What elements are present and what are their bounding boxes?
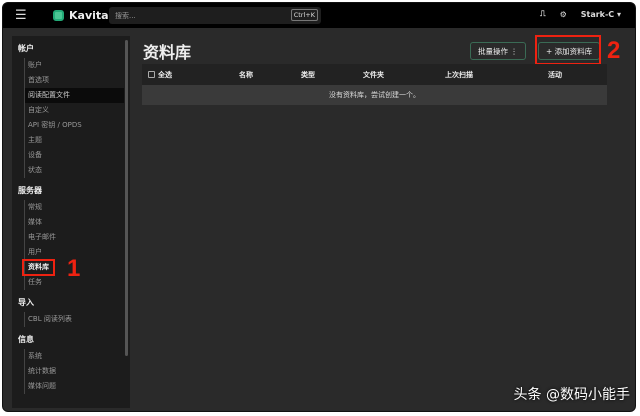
sidebar-item[interactable]: CBL 阅读列表 <box>25 312 130 327</box>
hamburger-menu-icon[interactable]: ☰ <box>15 8 35 23</box>
sidebar-item[interactable]: 媒体问题 <box>25 379 130 394</box>
sidebar-item-label: 常规 <box>28 203 42 211</box>
sidebar-item[interactable]: 自定义 <box>25 103 130 118</box>
sidebar-item-label: 任务 <box>28 278 42 286</box>
sidebar-section-title: 信息 <box>18 335 34 344</box>
sidebar-item-label: 首选项 <box>28 76 49 84</box>
sidebar-section-title: 服务器 <box>18 186 42 195</box>
sidebar-item-label: 媒体 <box>28 218 42 226</box>
shortcut-hint: Ctrl+K <box>290 9 318 21</box>
sidebar-item-label: 设备 <box>28 151 42 159</box>
sidebar-item-label: 电子邮件 <box>28 233 56 241</box>
sidebar-group: 系统统计数据媒体问题 <box>24 349 130 394</box>
sidebar-item-label: 统计数据 <box>28 367 56 375</box>
sidebar-item-label: 主题 <box>28 136 42 144</box>
sidebar-item[interactable]: 阅读配置文件 <box>25 88 124 103</box>
col-type: 类型 <box>301 70 315 79</box>
library-table: 全选 名称 类型 文件夹 上次扫描 活动 没有资料库，尝试创建一个。 <box>142 64 607 105</box>
col-name: 名称 <box>239 70 253 79</box>
kavita-logo-icon <box>53 10 64 21</box>
empty-message: 没有资料库，尝试创建一个。 <box>142 85 607 105</box>
sidebar-item[interactable]: 设备 <box>25 148 130 163</box>
sidebar-item-label: 状态 <box>28 166 42 174</box>
sidebar-item[interactable]: 媒体 <box>25 215 130 230</box>
sidebar-item[interactable]: 电子邮件 <box>25 230 130 245</box>
checkbox-icon <box>148 70 155 78</box>
sidebar-item-label: 账户 <box>28 61 42 69</box>
user-menu[interactable]: Stark-C ▾ <box>581 10 621 19</box>
annotation-box-2 <box>535 35 601 65</box>
sidebar-item[interactable]: 常规 <box>25 200 130 215</box>
sidebar-item-label: 自定义 <box>28 106 49 114</box>
search-input[interactable]: 搜索... Ctrl+K <box>109 7 321 24</box>
sidebar-group: CBL 阅读列表 <box>24 312 130 327</box>
sidebar-group: 账户首选项阅读配置文件 自定义 API 密钥 / OPDS 主题设备状态 <box>24 58 130 178</box>
select-all-checkbox[interactable]: 全选 <box>148 70 172 80</box>
sidebar-item[interactable]: 状态 <box>25 163 130 178</box>
app-window: ☰ Kavita 搜索... Ctrl+K ⎍ ⚙ Stark-C ▾ 帐户账户首… <box>2 2 636 412</box>
sidebar-section-title: 帐户 <box>18 44 34 53</box>
sidebar-scrollbar[interactable] <box>125 40 128 356</box>
table-header: 全选 名称 类型 文件夹 上次扫描 活动 <box>142 64 607 85</box>
sidebar-item[interactable]: 主题 <box>25 133 130 148</box>
sidebar-item-label: 阅读配置文件 <box>28 91 70 99</box>
sidebar-item[interactable]: 首选项 <box>25 73 130 88</box>
col-actions: 活动 <box>548 70 562 79</box>
page-title: 资料库 <box>143 43 192 62</box>
sidebar-item[interactable]: API 密钥 / OPDS <box>25 118 130 133</box>
activity-icon[interactable]: ⎍ <box>540 9 546 19</box>
sidebar-item-label: CBL 阅读列表 <box>28 315 72 323</box>
sidebar-item-label: 媒体问题 <box>28 382 56 390</box>
col-last-scan: 上次扫描 <box>445 70 473 79</box>
logo[interactable]: Kavita <box>53 9 109 22</box>
watermark: 头条 @数码小能手 <box>513 387 630 403</box>
col-folder: 文件夹 <box>363 70 384 79</box>
top-navbar: ☰ Kavita 搜索... Ctrl+K ⎍ ⚙ Stark-C ▾ <box>3 3 635 28</box>
sidebar-item-label: 系统 <box>28 352 42 360</box>
sidebar-item-label: API 密钥 / OPDS <box>28 121 82 129</box>
sidebar-item-label: 资料库 <box>22 259 55 276</box>
sidebar-item[interactable]: 系统 <box>25 349 130 364</box>
sidebar-item-label: 用户 <box>28 248 42 256</box>
bulk-actions-button[interactable]: 批量操作 ⋮ <box>470 42 526 60</box>
settings-sidebar: 帐户账户首选项阅读配置文件 自定义 API 密钥 / OPDS 主题设备状态服务器常规… <box>12 36 130 408</box>
settings-gear-icon[interactable]: ⚙ <box>560 10 567 19</box>
sidebar-item[interactable]: 统计数据 <box>25 364 130 379</box>
sidebar-item[interactable]: 账户 <box>25 58 130 73</box>
annotation-number-2: 2 <box>607 37 621 64</box>
sidebar-section-title: 导入 <box>18 298 34 307</box>
annotation-number-1: 1 <box>67 255 81 282</box>
